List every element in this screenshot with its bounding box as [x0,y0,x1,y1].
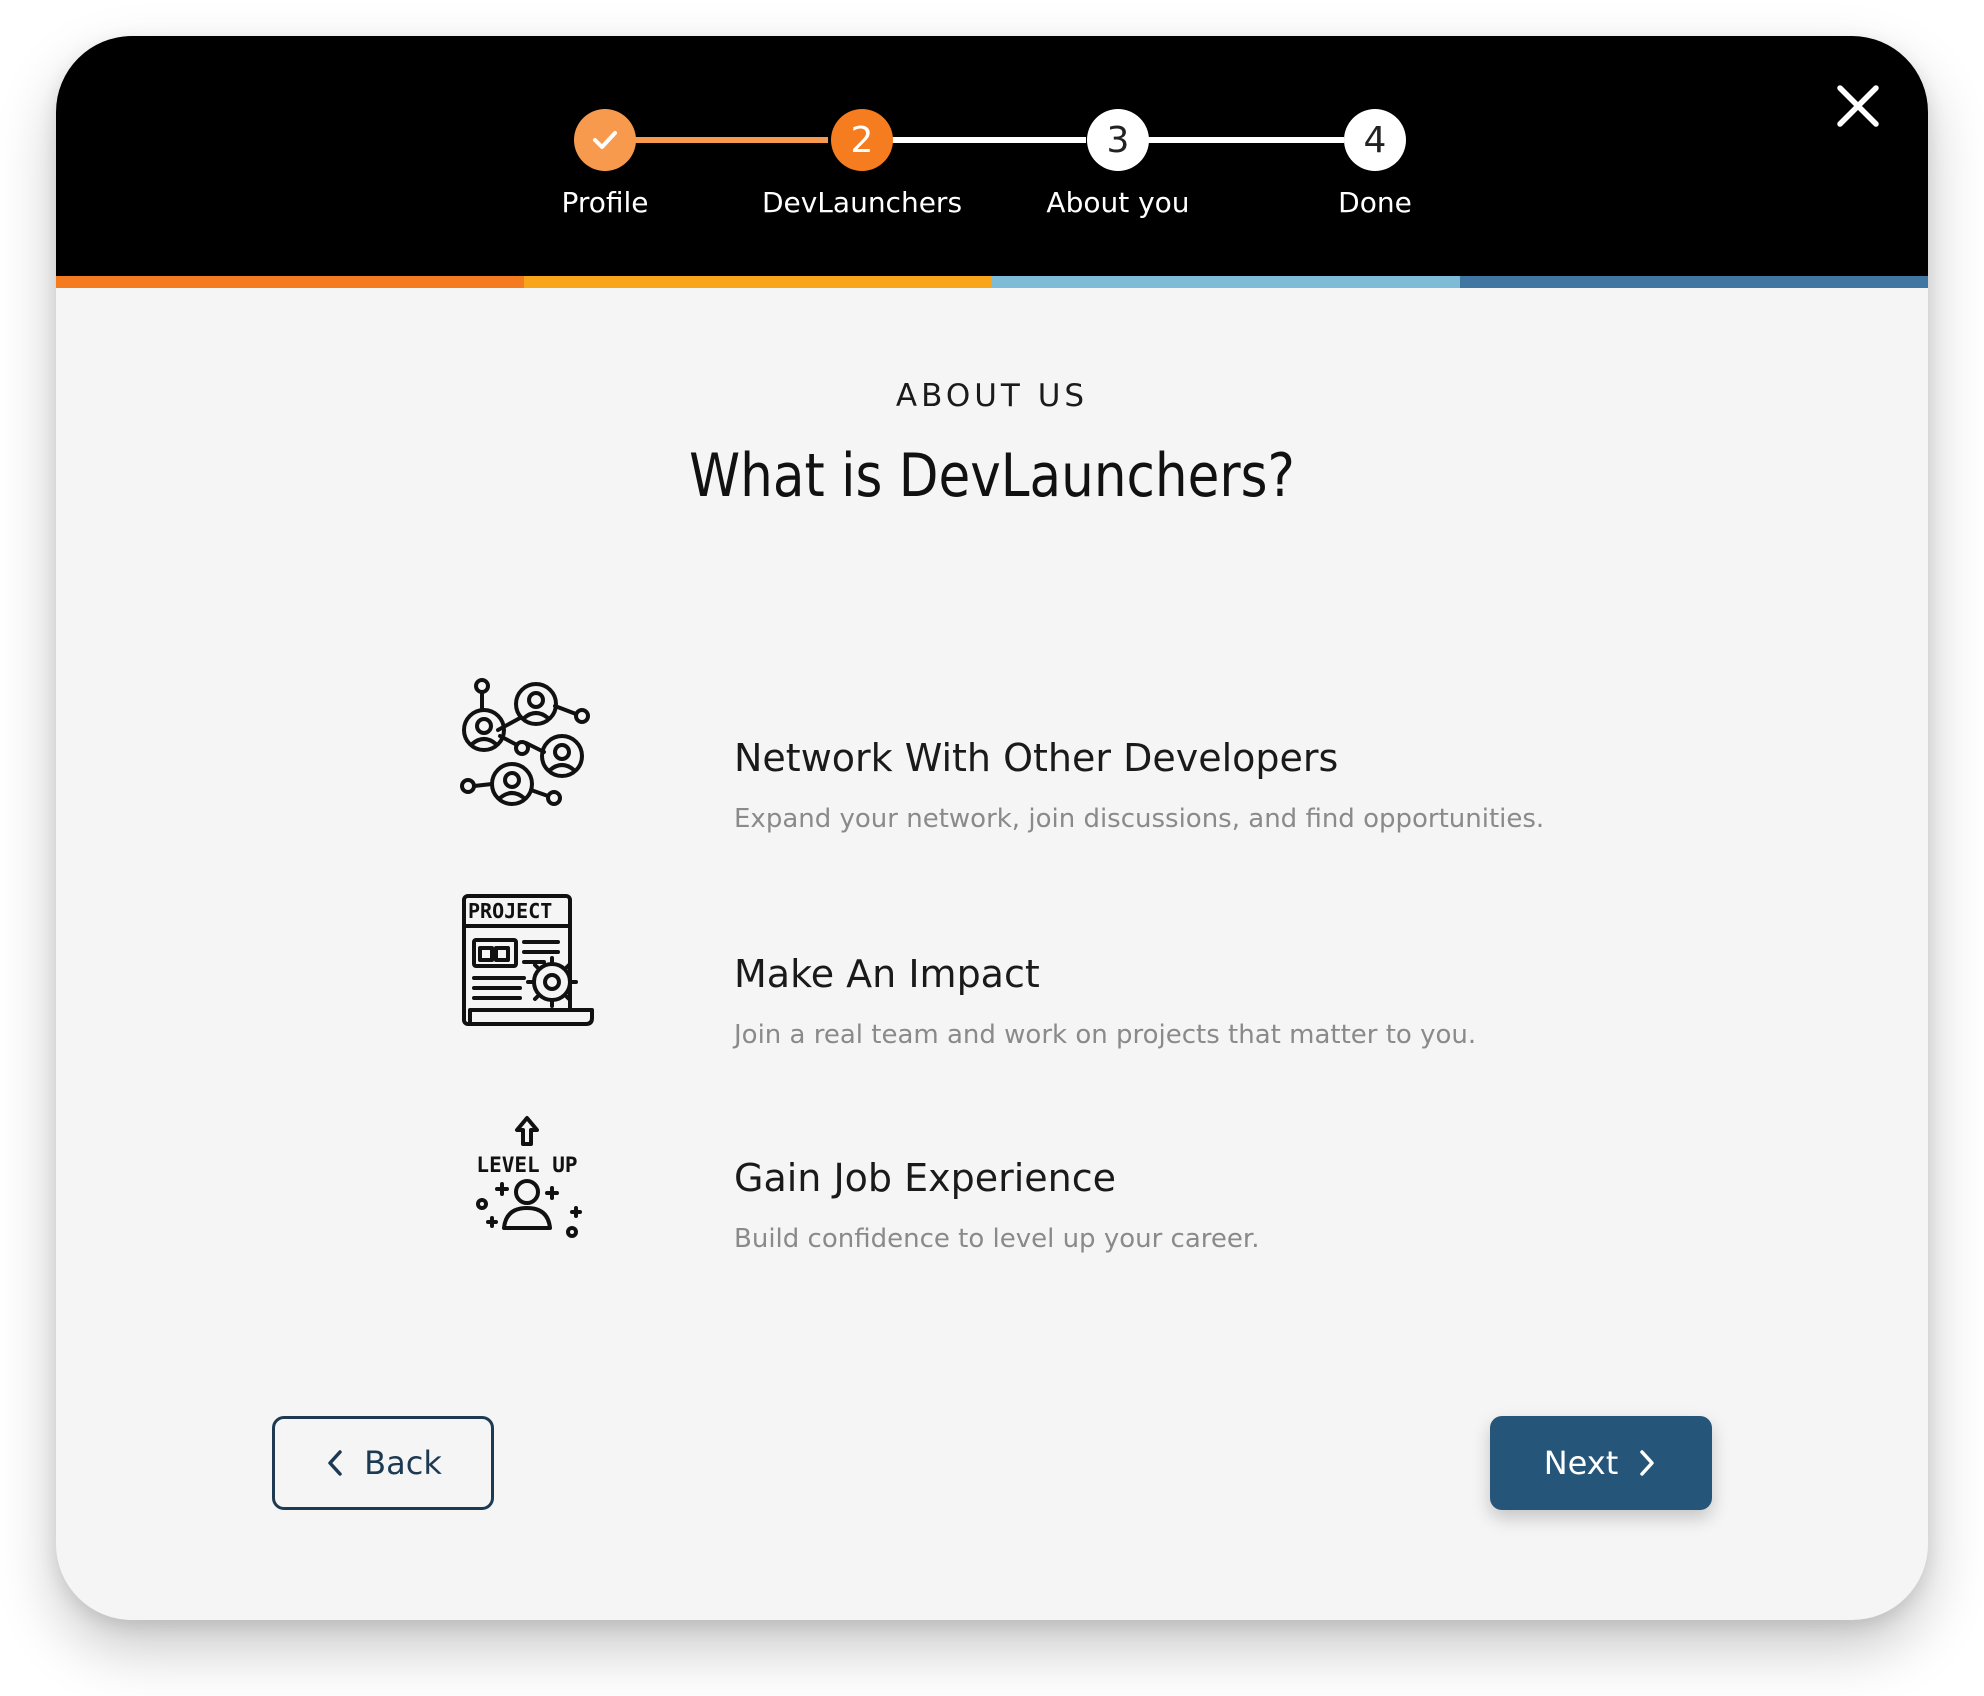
step-3-upcoming[interactable]: 3 [1087,109,1149,171]
feature-title: Make An Impact [734,952,1040,996]
feature-description: Expand your network, join discussions, a… [734,804,1545,834]
chevron-left-icon [328,1450,342,1476]
project-icon-text: PROJECT [468,899,552,923]
feature-description: Join a real team and work on projects th… [734,1020,1477,1050]
step-4-label: Done [1338,186,1412,219]
chevron-right-icon [1640,1450,1655,1476]
level-up-icon: LEVEL UP [476,1116,582,1238]
progress-color-stripe [56,276,1928,288]
project-document-icon: PROJECT [462,894,594,1026]
network-people-icon [460,678,590,806]
back-button[interactable]: Back [272,1416,494,1510]
page-title: What is DevLaunchers? [689,441,1295,511]
feature-title: Network With Other Developers [734,736,1339,780]
next-button[interactable]: Next [1490,1416,1712,1510]
stripe-segment-2 [524,276,992,288]
onboarding-modal: Profile 2 DevLaunchers 3 About you 4 Don… [56,36,1928,1620]
level-up-icon-text: LEVEL UP [476,1153,577,1177]
feature-title: Gain Job Experience [734,1156,1117,1200]
progress-stepper: Profile 2 DevLaunchers 3 About you 4 Don… [56,36,1928,276]
close-icon [1837,85,1879,127]
step-2-label: DevLaunchers [761,186,963,219]
check-icon [593,131,617,149]
close-button[interactable] [1832,80,1884,132]
step-1-completed[interactable] [574,109,636,171]
modal-header: Profile 2 DevLaunchers 3 About you 4 Don… [56,36,1928,276]
back-button-label: Back [364,1444,442,1482]
next-button-label: Next [1543,1444,1619,1482]
step-4-upcoming[interactable]: 4 [1344,109,1406,171]
step-3-label: About you [1046,186,1190,219]
step-2-current[interactable]: 2 [831,109,893,171]
stripe-segment-1 [56,276,524,288]
section-eyebrow: ABOUT US [895,378,1089,414]
feature-description: Build confidence to level up your career… [734,1224,1260,1254]
stripe-segment-3 [992,276,1460,288]
step-1-label: Profile [561,186,649,219]
stripe-segment-4 [1460,276,1928,288]
